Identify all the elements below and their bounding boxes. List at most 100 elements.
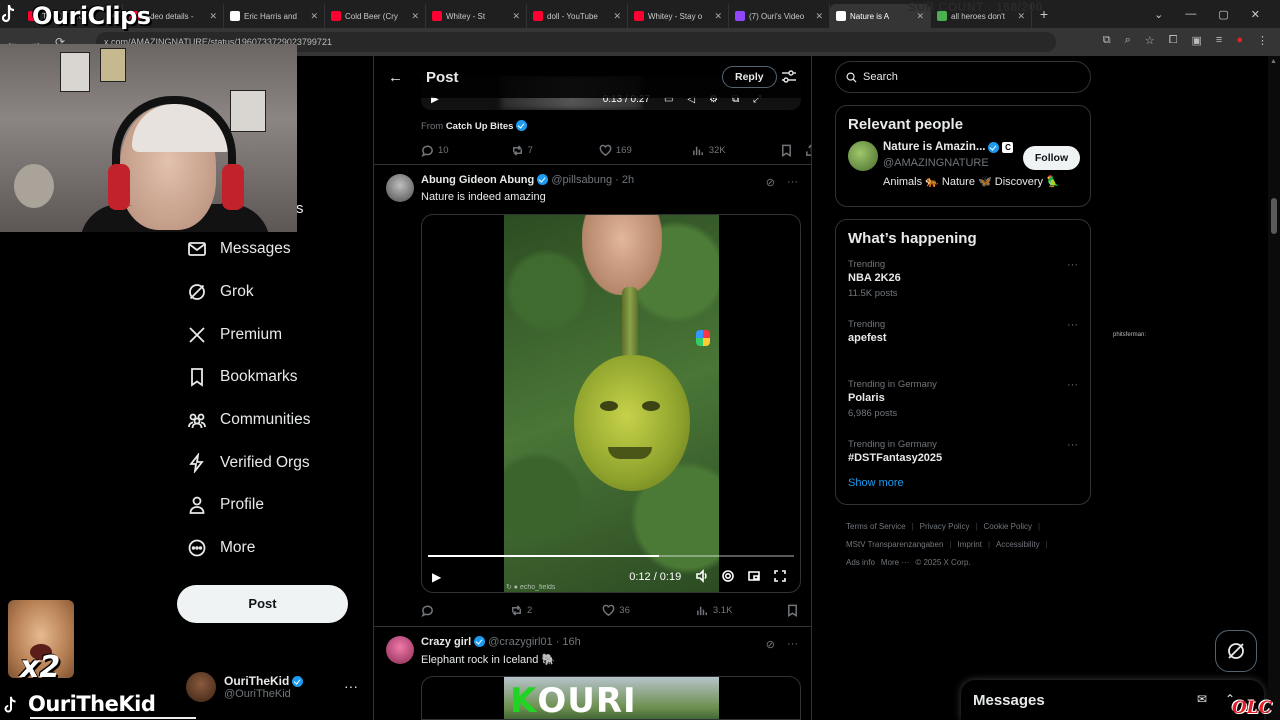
browser-tab[interactable]: Eric Harris and ✕	[224, 4, 325, 28]
sidebar-item-premium[interactable]: Premium	[176, 313, 366, 356]
media-icon[interactable]: ≡	[1216, 34, 1222, 47]
grok-button[interactable]	[1215, 630, 1257, 672]
follow-button[interactable]: Follow	[1023, 146, 1080, 170]
search-box[interactable]	[835, 61, 1091, 93]
source-link[interactable]: Catch Up Bites	[446, 121, 514, 132]
trend-item[interactable]: Trending NBA 2K26 11.5K posts ···	[836, 251, 1090, 311]
minimize-icon[interactable]: —	[1185, 8, 1196, 20]
close-window-icon[interactable]: ✕	[1251, 8, 1260, 21]
repost-action[interactable]: 7	[511, 144, 533, 157]
more-horizontal-icon[interactable]: ···	[1067, 439, 1078, 451]
close-tab-icon[interactable]: ✕	[310, 11, 318, 22]
pip-icon[interactable]	[747, 569, 761, 586]
sidebar-item-messages[interactable]: Messages	[176, 228, 366, 271]
profile-icon[interactable]: ●	[1236, 34, 1243, 47]
reply-action[interactable]	[421, 604, 438, 617]
tab-search-icon[interactable]: ⌄	[1154, 8, 1163, 21]
browser-tab[interactable]: (7) Ouri's Video ✕	[729, 4, 830, 28]
close-tab-icon[interactable]: ✕	[209, 11, 217, 22]
bookmark-action[interactable]	[786, 604, 799, 617]
like-action[interactable]: 169	[599, 144, 632, 157]
fullscreen-icon[interactable]	[773, 569, 787, 586]
sidebar-item-communities[interactable]: Communities	[176, 399, 366, 442]
more-horizontal-icon[interactable]: ···	[1067, 259, 1078, 271]
avatar[interactable]	[386, 636, 414, 664]
views-action[interactable]: 3.1K	[696, 604, 732, 617]
footer-link[interactable]: Ads info	[846, 558, 875, 567]
trend-item[interactable]: Trending apefest ···	[836, 311, 1090, 371]
close-tab-icon[interactable]: ✕	[714, 11, 722, 22]
views-icon	[692, 146, 703, 155]
post-button[interactable]: Post	[177, 585, 348, 623]
avatar[interactable]	[386, 174, 414, 202]
account-switcher[interactable]: OuriTheKid @OuriTheKid ···	[186, 670, 366, 704]
zoom-icon[interactable]: ⌕	[1125, 34, 1131, 47]
back-arrow-icon[interactable]: ←	[388, 69, 406, 86]
reply-action[interactable]: 10	[421, 144, 449, 157]
grok-explain-icon[interactable]: ⊘	[766, 638, 775, 651]
sidebar-item-profile[interactable]: Profile	[176, 484, 366, 527]
avatar[interactable]	[848, 141, 878, 171]
show-more-link[interactable]: Show more	[848, 477, 904, 489]
video-frame	[504, 215, 719, 592]
repost-action[interactable]: 2	[510, 604, 532, 617]
more-horizontal-icon[interactable]: ···	[787, 638, 798, 651]
share-action[interactable]	[811, 604, 812, 617]
extensions-icon[interactable]: ⧠	[1169, 34, 1178, 47]
star-icon[interactable]: ☆	[1145, 34, 1155, 47]
footer-link[interactable]: Accessibility	[996, 540, 1040, 549]
person-row[interactable]: Nature is Amazin... C @AMAZINGNATURE Anim…	[836, 133, 1090, 193]
headphone-cup	[108, 164, 130, 210]
browser-tab[interactable]: Cold Beer (Cry ✕	[325, 4, 426, 28]
footer-link[interactable]: Cookie Policy	[984, 522, 1032, 531]
like-action[interactable]: 36	[602, 604, 630, 617]
more-horizontal-icon[interactable]: ···	[1067, 319, 1078, 331]
tweet-video[interactable]: ↻ ● echo_fields ▶ 0:12 / 0:19	[421, 214, 801, 593]
scrollbar-thumb[interactable]	[1271, 198, 1277, 234]
eye	[600, 401, 618, 411]
views-action[interactable]: 32K	[692, 144, 726, 157]
messages-drawer[interactable]: Messages ✉ ⌃	[961, 680, 1264, 720]
play-icon[interactable]: ▶	[432, 570, 441, 584]
volume-icon[interactable]	[695, 568, 709, 586]
share-action[interactable]	[805, 143, 811, 157]
browser-tab[interactable]: Whitey - St ✕	[426, 4, 527, 28]
footer-link[interactable]: Privacy Policy	[920, 522, 970, 531]
sidebar-item-more[interactable]: More	[176, 527, 366, 570]
filter-icon[interactable]	[781, 69, 797, 85]
footer-link[interactable]: Terms of Service	[846, 522, 906, 531]
install-app-icon[interactable]: ⧉	[1103, 34, 1111, 47]
tweet-media[interactable]: KOURI	[421, 676, 801, 720]
footer-link[interactable]: Imprint	[957, 540, 981, 549]
new-message-icon[interactable]: ✉	[1197, 692, 1207, 706]
footer-link[interactable]: MStV Transparenzangaben	[846, 540, 943, 549]
person-name[interactable]: Nature is Amazin... C	[883, 141, 1014, 153]
grok-explain-icon[interactable]: ⊘	[766, 176, 775, 189]
close-tab-icon[interactable]: ✕	[815, 11, 823, 22]
trend-item[interactable]: Trending in Germany Polaris 6,986 posts ···	[836, 371, 1090, 431]
sidebar-item-verified-orgs[interactable]: Verified Orgs	[176, 441, 366, 484]
settings-icon[interactable]	[721, 569, 735, 586]
video-progress[interactable]	[428, 555, 794, 557]
reply-button[interactable]: Reply	[722, 66, 777, 88]
footer-link[interactable]: More ···	[881, 558, 909, 567]
search-input[interactable]	[863, 71, 1063, 83]
maximize-icon[interactable]: ▢	[1218, 8, 1228, 21]
close-tab-icon[interactable]: ✕	[512, 11, 520, 22]
more-horizontal-icon[interactable]: ···	[344, 678, 358, 694]
sidebar-item-bookmarks[interactable]: Bookmarks	[176, 356, 366, 399]
browser-tab[interactable]: doll - YouTube ✕	[527, 4, 628, 28]
close-tab-icon[interactable]: ✕	[411, 11, 419, 22]
bookmark-action[interactable]	[780, 144, 793, 157]
close-tab-icon[interactable]: ✕	[613, 11, 621, 22]
sidebar-item-grok[interactable]: Grok	[176, 271, 366, 314]
footer-link[interactable]: © 2025 X Corp.	[915, 558, 970, 567]
scroll-up-icon[interactable]: ▲	[1270, 58, 1277, 65]
scrollbar[interactable]: ▲	[1268, 56, 1280, 720]
menu-icon[interactable]: ⋮	[1257, 34, 1268, 47]
trend-name: #DSTFantasy2025	[848, 452, 943, 464]
browser-tab[interactable]: Whitey - Stay o ✕	[628, 4, 729, 28]
more-horizontal-icon[interactable]: ···	[787, 176, 798, 189]
sidebar-icon[interactable]: ▣	[1192, 34, 1202, 47]
more-horizontal-icon[interactable]: ···	[1067, 379, 1078, 391]
